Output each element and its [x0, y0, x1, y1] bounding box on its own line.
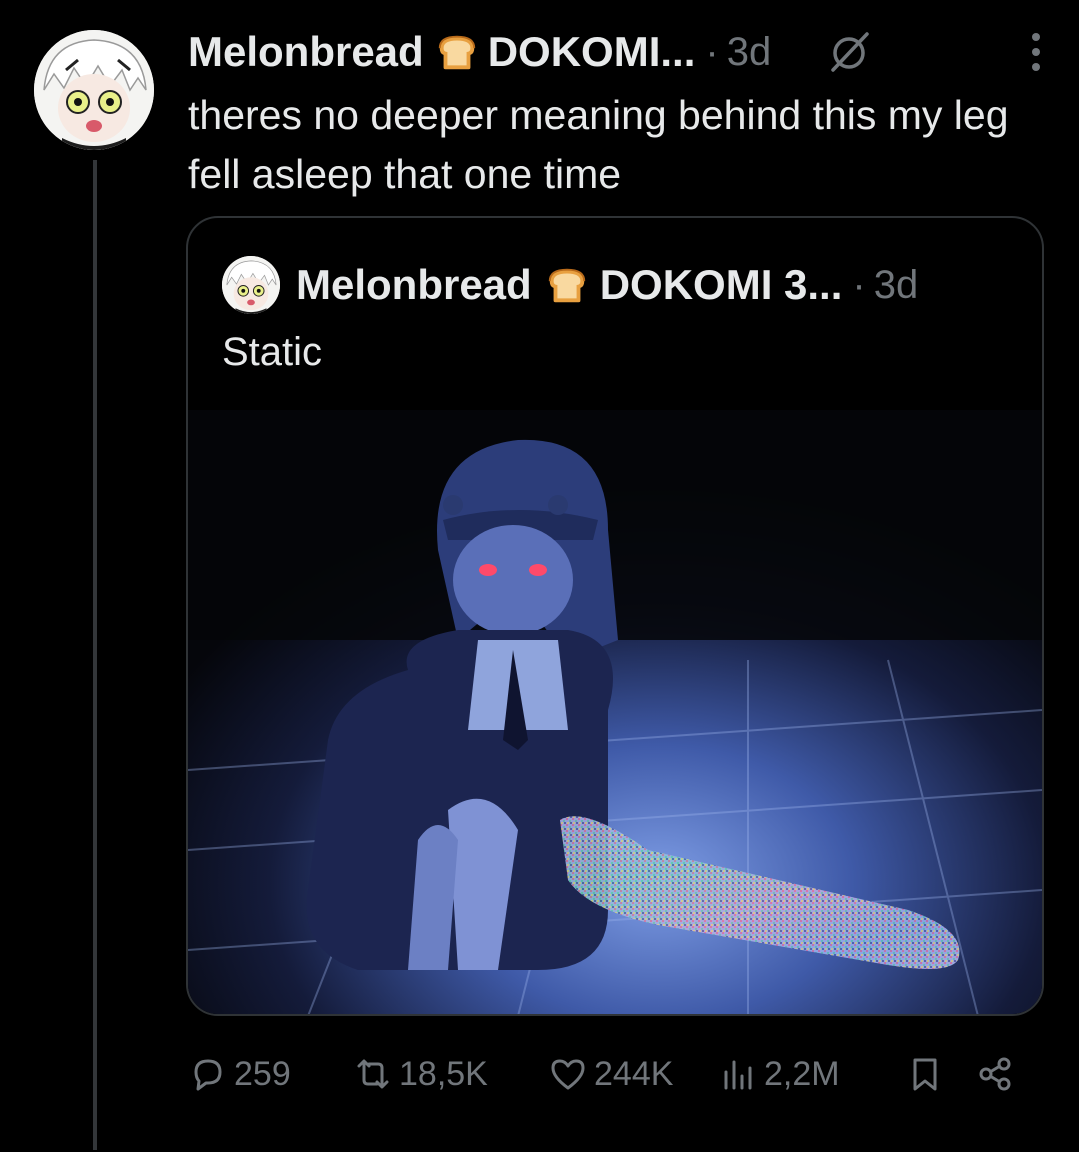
quoted-tweet-header: Melonbread DOKOMI 3... · 3d	[222, 256, 919, 314]
quoted-tweet[interactable]: Melonbread DOKOMI 3... · 3d Static	[186, 216, 1044, 1016]
quoted-tweet-text: Static	[222, 330, 323, 374]
author-display-suffix[interactable]: DOKOMI...	[488, 28, 696, 76]
reply-button[interactable]: 259	[188, 1054, 353, 1094]
thread-line	[93, 160, 97, 1150]
quoted-media-image[interactable]	[188, 410, 1042, 1014]
views-count: 2,2M	[764, 1054, 840, 1093]
bookmark-icon	[913, 1058, 937, 1091]
share-button[interactable]	[968, 1054, 1028, 1094]
repost-button[interactable]: 18,5K	[353, 1054, 548, 1094]
tweet-text: theres no deeper meaning behind this my …	[188, 92, 1009, 197]
author-name[interactable]: Melonbread	[188, 28, 424, 76]
views-button[interactable]: 2,2M	[718, 1054, 888, 1094]
separator-dot: ·	[852, 262, 866, 307]
quoted-author-avatar	[222, 256, 280, 314]
repost-icon	[357, 1059, 389, 1089]
grok-icon[interactable]	[827, 30, 871, 74]
post-time[interactable]: 3d	[727, 30, 772, 75]
repost-count: 18,5K	[399, 1054, 488, 1093]
quoted-author-display-suffix: DOKOMI 3...	[599, 261, 843, 308]
action-bar: 259 18,5K 244K 2,2M	[188, 1046, 1038, 1102]
bookmark-button[interactable]	[888, 1054, 968, 1094]
reply-icon	[194, 1059, 222, 1091]
author-avatar[interactable]	[34, 30, 154, 150]
tweet-header: Melonbread DOKOMI... · 3d	[188, 22, 1049, 82]
bread-icon	[434, 29, 480, 75]
bread-icon	[544, 262, 590, 308]
like-count: 244K	[594, 1054, 674, 1093]
more-options-icon[interactable]	[1023, 29, 1049, 75]
quoted-author-name: Melonbread	[296, 261, 532, 308]
tweet: Melonbread DOKOMI... · 3d theres no deep…	[0, 0, 1079, 1152]
like-button[interactable]: 244K	[548, 1054, 718, 1094]
separator-dot: ·	[705, 29, 719, 74]
views-icon	[724, 1060, 752, 1090]
reply-count: 259	[234, 1054, 291, 1093]
heart-icon	[551, 1059, 585, 1090]
quoted-post-time: 3d	[873, 262, 919, 307]
share-icon	[979, 1057, 1011, 1091]
